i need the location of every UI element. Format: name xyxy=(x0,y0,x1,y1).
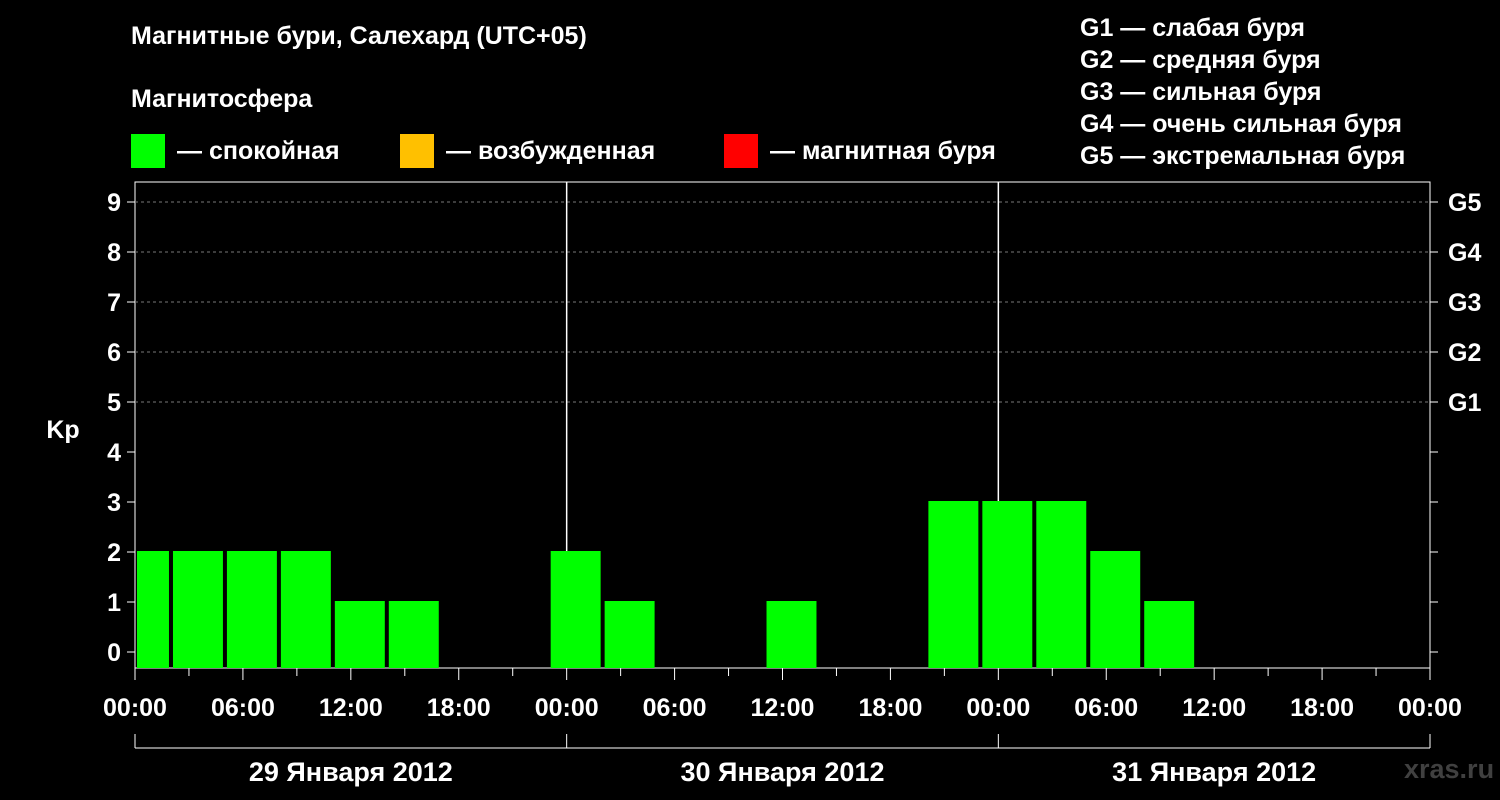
kp-bar xyxy=(1090,551,1141,668)
g-level-label: G1 xyxy=(1448,389,1481,417)
kp-bar xyxy=(550,551,601,668)
kp-bar xyxy=(1036,501,1087,668)
kp-bar xyxy=(604,601,655,668)
x-tick-label: 18:00 xyxy=(858,694,922,722)
y-tick-label: 8 xyxy=(107,239,121,267)
kp-bar xyxy=(928,501,979,668)
x-tick-label: 12:00 xyxy=(751,694,815,722)
x-tick-label: 18:00 xyxy=(1290,694,1354,722)
g-level-label: G5 xyxy=(1448,189,1481,217)
x-tick-label: 00:00 xyxy=(535,694,599,722)
y-tick-label: 7 xyxy=(107,289,121,317)
y-tick-label: 5 xyxy=(107,389,121,417)
x-tick-label: 12:00 xyxy=(1182,694,1246,722)
x-tick-label: 06:00 xyxy=(1074,694,1138,722)
g-level-label: G4 xyxy=(1448,239,1481,267)
y-tick-label: 6 xyxy=(107,339,121,367)
day-label: 29 Января 2012 xyxy=(249,757,453,787)
kp-bar xyxy=(172,551,223,668)
y-tick-label: 1 xyxy=(107,589,121,617)
kp-bar xyxy=(334,601,385,668)
y-tick-label: 9 xyxy=(107,189,121,217)
x-tick-label: 06:00 xyxy=(643,694,707,722)
watermark: xras.ru xyxy=(1404,754,1495,784)
kp-bar xyxy=(388,601,439,668)
y-tick-label: 4 xyxy=(107,439,121,467)
kp-bar xyxy=(982,501,1033,668)
kp-bar xyxy=(137,551,169,668)
x-tick-label: 18:00 xyxy=(427,694,491,722)
kp-chart: 0 1 2 3 4 5 6 7 8 9 G1 G2 G3 G4 G5 Kp 00:00 06:00 12:00 18:… xyxy=(46,181,1481,787)
day-label: 31 Января 2012 xyxy=(1112,757,1316,787)
y-axis-label: Kp xyxy=(46,416,79,444)
y-tick-label: 2 xyxy=(107,539,121,567)
kp-bar xyxy=(280,551,331,668)
x-tick-label: 00:00 xyxy=(1398,694,1462,722)
kp-bar xyxy=(1144,601,1195,668)
day-label: 30 Января 2012 xyxy=(681,757,885,787)
x-tick-label: 00:00 xyxy=(103,694,167,722)
x-tick-label: 12:00 xyxy=(319,694,383,722)
x-tick-label: 00:00 xyxy=(966,694,1030,722)
g-level-label: G2 xyxy=(1448,339,1481,367)
y-tick-label: 3 xyxy=(107,489,121,517)
kp-bar xyxy=(766,601,817,668)
kp-bar xyxy=(226,551,277,668)
y-tick-label: 0 xyxy=(107,639,121,667)
g-level-label: G3 xyxy=(1448,289,1481,317)
x-tick-label: 06:00 xyxy=(211,694,275,722)
